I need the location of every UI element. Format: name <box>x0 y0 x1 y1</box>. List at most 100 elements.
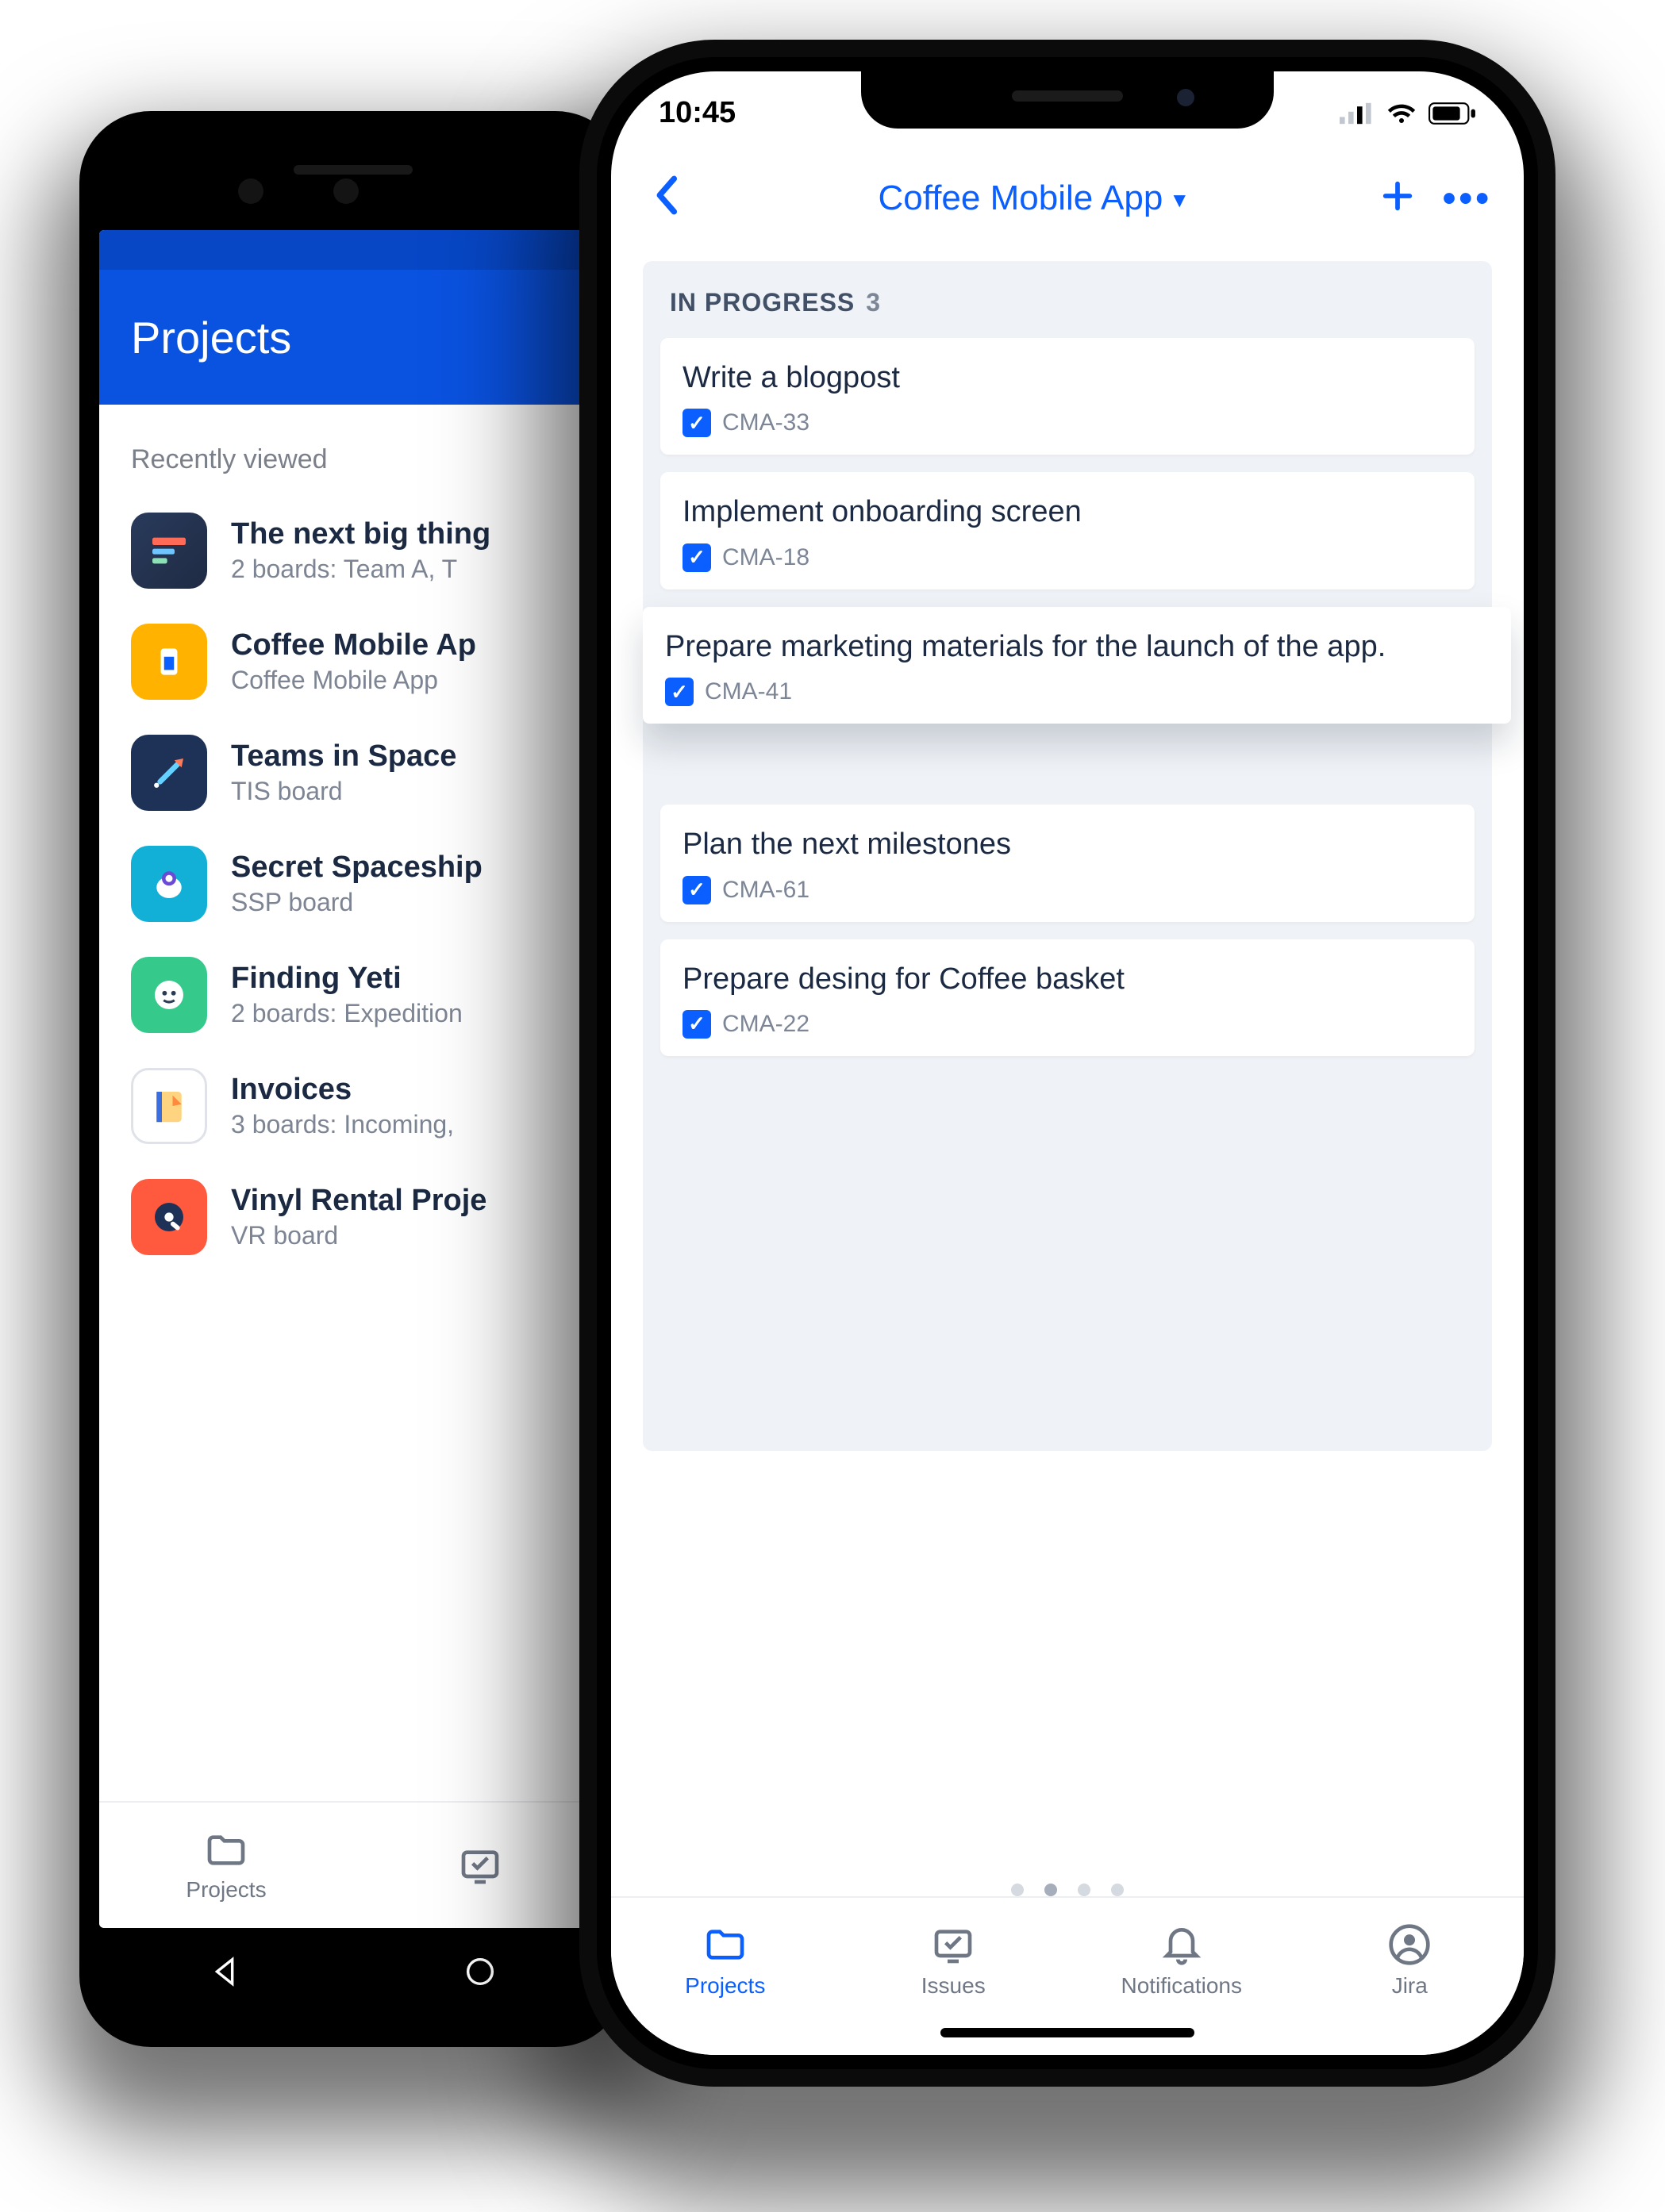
board-area[interactable]: IN PROGRESS 3 Write a blogpost ✓ CMA-33 … <box>611 242 1524 1451</box>
card-title: Implement onboarding screen <box>683 493 1452 532</box>
issue-card[interactable]: Prepare desing for Coffee basket ✓ CMA-2… <box>660 939 1475 1056</box>
project-row[interactable]: Secret Spaceship SSP board <box>123 828 583 939</box>
task-type-icon: ✓ <box>683 409 711 437</box>
card-title: Write a blogpost <box>683 359 1452 397</box>
home-key-icon[interactable] <box>462 1953 498 1990</box>
projects-list[interactable]: Recently viewed The next big thing 2 boa… <box>99 405 607 1801</box>
project-avatar-icon <box>131 846 207 922</box>
issue-card[interactable]: Write a blogpost ✓ CMA-33 <box>660 338 1475 455</box>
project-subtitle: 2 boards: Expedition <box>231 999 463 1028</box>
cellular-icon <box>1340 102 1375 125</box>
project-title: Secret Spaceship <box>231 851 483 885</box>
tab-jira[interactable]: Jira <box>1296 1898 1525 2023</box>
pager-dot[interactable] <box>1111 1884 1124 1896</box>
project-title: Teams in Space <box>231 739 456 774</box>
back-key-icon[interactable] <box>208 1953 244 1990</box>
section-label: Recently viewed <box>131 444 583 475</box>
project-row[interactable]: Coffee Mobile Ap Coffee Mobile App <box>123 606 583 717</box>
project-avatar-icon <box>131 513 207 589</box>
wifi-icon <box>1386 102 1417 125</box>
task-type-icon: ✓ <box>665 678 694 706</box>
task-type-icon: ✓ <box>683 543 711 572</box>
project-subtitle: SSP board <box>231 888 483 917</box>
chevron-left-icon <box>652 175 679 216</box>
tab-projects[interactable]: Projects <box>611 1898 840 2023</box>
project-title: Vinyl Rental Proje <box>231 1184 486 1218</box>
card-key: CMA-41 <box>705 678 792 705</box>
tab-label: Issues <box>921 1973 986 1999</box>
issue-card-dragging[interactable]: Prepare marketing materials for the laun… <box>643 607 1511 724</box>
profile-icon <box>1387 1922 1432 1967</box>
task-type-icon: ✓ <box>683 876 711 904</box>
project-title: Finding Yeti <box>231 962 463 996</box>
tab-issues[interactable]: Issues <box>840 1898 1068 2023</box>
project-subtitle: 2 boards: Team A, T <box>231 555 490 584</box>
tab-notifications[interactable]: Notifications <box>1067 1898 1296 2023</box>
speaker-slot <box>294 165 413 175</box>
tab-label: Jira <box>1392 1973 1428 1999</box>
project-title: Coffee Mobile Ap <box>231 628 476 662</box>
card-key: CMA-33 <box>722 409 809 436</box>
board-title-dropdown[interactable]: Coffee Mobile App ▼ <box>689 179 1379 218</box>
project-avatar-icon <box>131 1068 207 1144</box>
card-title: Plan the next milestones <box>683 825 1452 864</box>
android-tab-bar: Projects <box>99 1801 607 1928</box>
project-subtitle: TIS board <box>231 777 456 806</box>
bell-icon <box>1159 1922 1204 1967</box>
page-title: Projects <box>131 312 291 363</box>
column-name: IN PROGRESS <box>670 288 855 317</box>
pager-dot[interactable] <box>1011 1884 1024 1896</box>
card-key: CMA-61 <box>722 877 809 904</box>
notch <box>861 71 1274 129</box>
iphone-frame: 10:45 Coffee Mobile App ▼ <box>579 40 1555 2087</box>
plus-icon <box>1379 178 1416 214</box>
project-row[interactable]: Teams in Space TIS board <box>123 717 583 828</box>
project-title: The next big thing <box>231 517 490 551</box>
column-count: 3 <box>866 288 880 317</box>
project-avatar-icon <box>131 1179 207 1255</box>
issue-card[interactable]: Implement onboarding screen ✓ CMA-18 <box>660 472 1475 589</box>
front-camera-icon <box>238 179 263 204</box>
tab-projects[interactable]: Projects <box>99 1803 353 1928</box>
project-title: Invoices <box>231 1073 454 1107</box>
card-title: Prepare desing for Coffee basket <box>683 960 1452 999</box>
status-time: 10:45 <box>659 96 736 130</box>
board-column: IN PROGRESS 3 Write a blogpost ✓ CMA-33 … <box>643 261 1492 1451</box>
ios-screen: 10:45 Coffee Mobile App ▼ <box>611 71 1524 2055</box>
folder-icon <box>703 1922 748 1967</box>
card-title: Prepare marketing materials for the laun… <box>665 628 1489 666</box>
pager-dot[interactable] <box>1044 1884 1057 1896</box>
issue-card[interactable]: Plan the next milestones ✓ CMA-61 <box>660 805 1475 921</box>
pager-dot[interactable] <box>1078 1884 1090 1896</box>
android-statusbar <box>99 230 607 270</box>
android-screen: Projects Recently viewed The next big th… <box>99 230 607 1928</box>
front-camera-icon <box>333 179 359 204</box>
tab-label: Projects <box>186 1877 266 1903</box>
back-button[interactable] <box>643 169 689 228</box>
project-row[interactable]: Invoices 3 boards: Incoming, <box>123 1050 583 1162</box>
board-title: Coffee Mobile App <box>879 179 1163 218</box>
tab-label: Notifications <box>1121 1973 1242 1999</box>
project-avatar-icon <box>131 624 207 700</box>
project-row[interactable]: The next big thing 2 boards: Team A, T <box>123 495 583 606</box>
project-subtitle: 3 boards: Incoming, <box>231 1110 454 1139</box>
page-indicator <box>611 1884 1524 1896</box>
tab-label: Projects <box>685 1973 765 1999</box>
tab-issues[interactable] <box>353 1803 607 1928</box>
ios-nav-bar: Coffee Mobile App ▼ ••• <box>611 155 1524 242</box>
home-indicator[interactable] <box>940 2028 1194 2037</box>
project-subtitle: VR board <box>231 1221 486 1250</box>
android-nav-keys <box>99 1932 607 2011</box>
caret-down-icon: ▼ <box>1169 188 1190 213</box>
add-button[interactable] <box>1379 172 1416 225</box>
project-avatar-icon <box>131 957 207 1033</box>
project-row[interactable]: Finding Yeti 2 boards: Expedition <box>123 939 583 1050</box>
project-subtitle: Coffee Mobile App <box>231 666 476 695</box>
android-phone-frame: Projects Recently viewed The next big th… <box>79 111 627 2047</box>
project-row[interactable]: Vinyl Rental Proje VR board <box>123 1162 583 1273</box>
more-button[interactable]: ••• <box>1443 177 1492 221</box>
issues-icon <box>931 1922 975 1967</box>
battery-icon <box>1429 102 1476 125</box>
task-type-icon: ✓ <box>683 1010 711 1039</box>
card-key: CMA-22 <box>722 1011 809 1038</box>
